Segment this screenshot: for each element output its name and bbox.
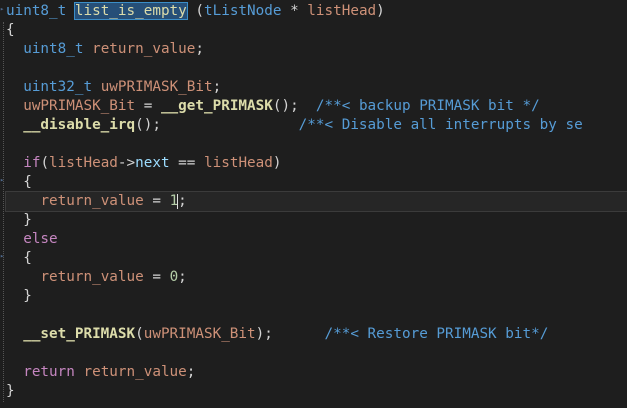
code-line[interactable]: uint8_t return_value; xyxy=(6,40,627,59)
code-token: ; xyxy=(178,269,187,285)
code-line[interactable] xyxy=(6,306,627,325)
code-token: ) xyxy=(272,155,282,171)
code-token: ); xyxy=(255,326,325,342)
code-token: 0 xyxy=(169,269,179,285)
code-line[interactable]: } xyxy=(6,382,627,401)
fold-marker-icon[interactable]: ▸ xyxy=(0,253,5,260)
code-line[interactable]: uwPRIMASK_Bit = __get_PRIMASK(); /**< ba… xyxy=(6,97,627,116)
code-token: } xyxy=(6,383,15,399)
code-token: = xyxy=(135,98,161,114)
code-token: listHead xyxy=(204,155,273,171)
code-token: if xyxy=(23,155,41,171)
code-token: (); xyxy=(135,117,299,133)
code-token: ; xyxy=(212,79,222,95)
fold-marker-icon[interactable]: ▸ xyxy=(0,6,5,13)
code-token: { xyxy=(6,22,15,38)
code-editor[interactable]: ▸ ▸ ▸ uint8_t list_is_empty (tListNode *… xyxy=(0,0,627,408)
code-line[interactable]: } xyxy=(6,211,627,230)
code-token: return xyxy=(23,364,75,380)
code-token: } xyxy=(6,288,32,304)
code-token: /**< Restore PRIMASK bit*/ xyxy=(324,326,549,342)
code-token: == xyxy=(169,155,205,171)
code-token: uint8_t xyxy=(6,3,67,19)
code-line[interactable]: { xyxy=(6,21,627,40)
code-token: ; xyxy=(195,41,204,57)
code-token: ( xyxy=(40,155,50,171)
code-line[interactable]: return return_value; xyxy=(6,363,627,382)
code-token: list_is_empty xyxy=(73,2,188,20)
code-token: ( xyxy=(135,326,144,342)
current-code-line[interactable]: return_value = 1; xyxy=(5,191,627,212)
code-token: ) xyxy=(376,3,385,19)
code-token: (); xyxy=(272,98,316,114)
code-token: { xyxy=(6,250,32,266)
code-line[interactable]: if(listHead->next == listHead) xyxy=(6,154,627,173)
code-line[interactable]: { xyxy=(6,249,627,268)
code-token: return_value xyxy=(83,364,187,380)
code-token: listHead xyxy=(307,3,377,19)
code-token: next xyxy=(135,155,170,171)
code-token: __disable_irq xyxy=(23,117,136,133)
code-line[interactable] xyxy=(6,344,627,363)
code-token: } xyxy=(6,212,32,228)
code-token: uwPRIMASK_Bit xyxy=(100,79,213,95)
code-token: ( xyxy=(186,3,204,19)
code-line[interactable]: uint32_t uwPRIMASK_Bit; xyxy=(6,78,627,97)
code-line[interactable]: __disable_irq(); /**< Disable all interr… xyxy=(6,116,627,135)
code-token: uint8_t xyxy=(23,41,84,57)
code-line[interactable] xyxy=(6,59,627,78)
code-token: ; xyxy=(178,193,187,209)
code-token: return_value xyxy=(92,41,196,57)
code-token: * xyxy=(281,3,308,19)
code-token: = xyxy=(143,193,170,209)
code-line[interactable]: return_value = 0; xyxy=(6,268,627,287)
code-token: else xyxy=(23,231,58,247)
code-token: listHead xyxy=(49,155,118,171)
code-token: ; xyxy=(186,364,196,380)
code-line[interactable]: } xyxy=(6,287,627,306)
code-line[interactable]: else xyxy=(6,230,627,249)
code-line[interactable]: uint8_t list_is_empty (tListNode * listH… xyxy=(6,2,627,21)
code-token: __set_PRIMASK xyxy=(23,326,136,342)
code-token: tListNode xyxy=(204,3,282,19)
code-token: -> xyxy=(117,155,136,171)
code-token: return_value xyxy=(40,193,144,209)
code-line[interactable]: __set_PRIMASK(uwPRIMASK_Bit); /**< Resto… xyxy=(6,325,627,344)
code-token: return_value xyxy=(40,269,144,285)
code-token: /**< Disable all interrupts by se xyxy=(298,117,583,133)
code-token: /**< backup PRIMASK bit */ xyxy=(315,98,540,114)
fold-marker-icon[interactable]: ▸ xyxy=(0,177,5,184)
code-line[interactable]: { xyxy=(6,173,627,192)
code-token: uwPRIMASK_Bit xyxy=(143,326,256,342)
code-line[interactable] xyxy=(6,135,627,154)
code-token: uint32_t xyxy=(23,79,93,95)
code-token: { xyxy=(6,174,32,190)
scope-guide xyxy=(3,22,4,402)
code-token: uwPRIMASK_Bit xyxy=(23,98,136,114)
code-token: __get_PRIMASK xyxy=(160,98,273,114)
code-token: = xyxy=(143,269,170,285)
